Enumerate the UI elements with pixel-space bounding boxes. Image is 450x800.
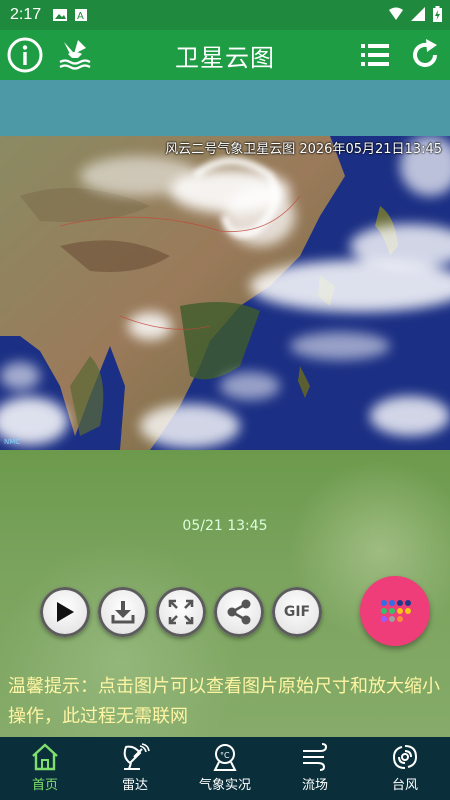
info-icon bbox=[7, 37, 43, 73]
signal-icon bbox=[411, 7, 425, 21]
info-button[interactable] bbox=[6, 36, 44, 74]
frame-time: 05/21 13:45 bbox=[182, 518, 268, 534]
nav-item-wind-flow[interactable]: 流场 bbox=[270, 737, 360, 800]
weather-station-icon: °C bbox=[213, 744, 237, 771]
fullscreen-button[interactable] bbox=[156, 587, 206, 637]
seal-logo-icon bbox=[59, 40, 91, 70]
nav-item-typhoon[interactable]: 台风 bbox=[360, 737, 450, 800]
nav-label-radar: 雷达 bbox=[121, 778, 148, 793]
gif-label: GIF bbox=[283, 604, 311, 620]
gif-button[interactable]: GIF bbox=[272, 587, 322, 637]
satellite-cloud-image[interactable]: 风云二号气象卫星云图 2026年05月21日13:45 NMC bbox=[0, 136, 450, 450]
battery-icon bbox=[433, 6, 442, 22]
satellite-caption: 风云二号气象卫星云图 2026年05月21日13:45 bbox=[165, 142, 442, 157]
color-dots-icon bbox=[381, 600, 411, 622]
page-title: 卫星云图 bbox=[175, 43, 275, 72]
play-button[interactable] bbox=[40, 587, 90, 637]
list-icon bbox=[361, 44, 389, 66]
gallery-notification-icon bbox=[53, 9, 68, 21]
refresh-icon bbox=[413, 39, 437, 67]
status-bar: 2:17 A bbox=[0, 0, 450, 30]
nav-item-radar[interactable]: 雷达 bbox=[90, 737, 180, 800]
radar-icon bbox=[123, 743, 150, 770]
share-icon bbox=[227, 599, 251, 625]
wifi-icon bbox=[389, 7, 403, 20]
typhoon-icon bbox=[392, 745, 418, 769]
font-notification-icon: A bbox=[75, 9, 88, 21]
fullscreen-icon bbox=[168, 599, 194, 625]
svg-text:°C: °C bbox=[220, 751, 230, 760]
svg-text:A: A bbox=[77, 11, 84, 21]
nav-item-weather-station[interactable]: °C 气象实况 bbox=[180, 737, 270, 800]
wind-flow-icon bbox=[303, 743, 328, 771]
download-button[interactable] bbox=[98, 587, 148, 637]
bottom-nav: 首页 雷达 °C 气象实况 流场 台风 bbox=[0, 737, 450, 800]
play-icon bbox=[57, 602, 74, 622]
satellite-image-canvas bbox=[0, 136, 450, 450]
nav-label-weather-station: 气象实况 bbox=[198, 778, 251, 793]
logo-button[interactable] bbox=[56, 36, 94, 74]
color-menu-fab[interactable] bbox=[360, 576, 430, 646]
status-time: 2:17 bbox=[10, 6, 42, 23]
watermark: NMC bbox=[4, 438, 21, 446]
refresh-button[interactable] bbox=[406, 36, 444, 74]
app-bar: 卫星云图 bbox=[0, 30, 450, 80]
nav-item-home[interactable]: 首页 bbox=[0, 737, 90, 800]
top-band bbox=[0, 80, 450, 136]
home-icon bbox=[32, 743, 58, 771]
nav-label-wind-flow: 流场 bbox=[301, 778, 328, 793]
download-icon bbox=[111, 601, 135, 624]
list-button[interactable] bbox=[356, 36, 394, 74]
nav-label-home: 首页 bbox=[31, 778, 58, 793]
tip-text: 温馨提示：点击图片可以查看图片原始尺寸和放大缩小操作，此过程无需联网 bbox=[8, 676, 440, 727]
nav-label-typhoon: 台风 bbox=[391, 778, 418, 793]
share-button[interactable] bbox=[214, 587, 264, 637]
